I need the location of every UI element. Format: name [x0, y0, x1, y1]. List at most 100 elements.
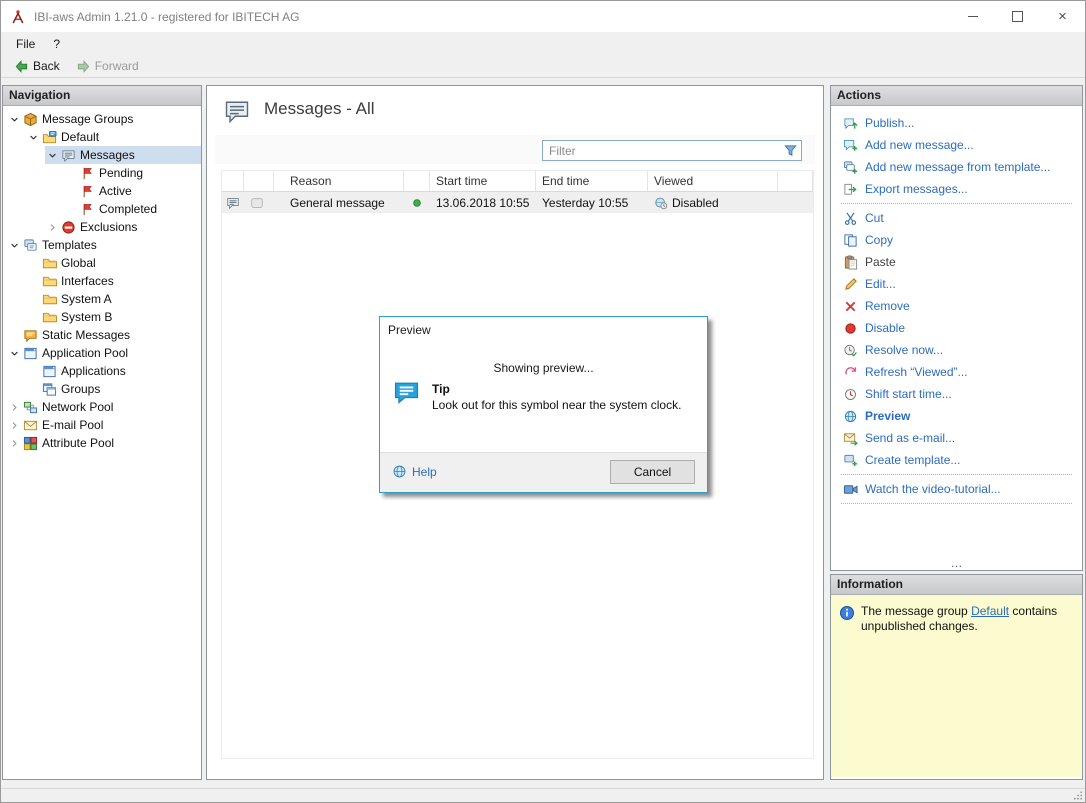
close-button[interactable]: × [1040, 1, 1085, 32]
forward-button[interactable]: Forward [70, 57, 145, 76]
chevron-down-icon[interactable] [7, 111, 22, 127]
action-publish[interactable]: Publish... [831, 112, 1082, 134]
tree-item-system-a[interactable]: System A [26, 290, 201, 308]
filter-input[interactable] [543, 141, 783, 160]
column-header-blank[interactable] [778, 171, 813, 191]
resize-grip[interactable] [1072, 790, 1084, 801]
right-column: Actions Publish... Add new message... Add … [830, 85, 1083, 780]
tree-item-label: System B [61, 310, 113, 324]
menu-file[interactable]: File [7, 34, 44, 54]
column-header-blank[interactable] [244, 171, 274, 191]
cancel-button[interactable]: Cancel [610, 460, 695, 484]
action-export-messages[interactable]: Export messages... [831, 178, 1082, 200]
action-shift-start-time[interactable]: Shift start time... [831, 383, 1082, 405]
tree-item-applications[interactable]: Applications [26, 362, 201, 380]
action-label: Resolve now... [865, 343, 944, 357]
tip-text: Look out for this symbol near the system… [432, 398, 682, 412]
tree-item-templates[interactable]: Templates [7, 236, 201, 254]
action-edit[interactable]: Edit... [831, 273, 1082, 295]
action-label: Watch the video-tutorial... [865, 482, 1001, 496]
chevron-down-icon[interactable] [26, 129, 41, 145]
back-button[interactable]: Back [8, 57, 66, 76]
action-watch-the-video-tutorial[interactable]: Watch the video-tutorial... [831, 478, 1082, 500]
chevron-right-icon[interactable] [7, 435, 22, 451]
action-resolve-now[interactable]: Resolve now... [831, 339, 1082, 361]
action-add-new-message-from-template[interactable]: Add new message from template... [831, 156, 1082, 178]
tree-item-attribute-pool[interactable]: Attribute Pool [7, 434, 201, 452]
tree-item-system-b[interactable]: System B [26, 308, 201, 326]
action-cut[interactable]: Cut [831, 207, 1082, 229]
tree-item-default[interactable]: Default [26, 128, 201, 146]
nav-tree: Message Groups Default Messages Pending Acti… [3, 106, 201, 779]
tree-item-groups[interactable]: Groups [26, 380, 201, 398]
information-text: The message group Default contains unpub… [861, 604, 1071, 634]
column-header-start-time[interactable]: Start time [430, 171, 536, 191]
table-row[interactable]: General message 13.06.2018 10:55 Yesterday… [222, 192, 813, 213]
column-header-viewed[interactable]: Viewed [648, 171, 778, 191]
tree-item-static-messages[interactable]: Static Messages [7, 326, 201, 344]
action-preview[interactable]: Preview [831, 405, 1082, 427]
tree-item-label: Network Pool [42, 400, 114, 414]
tree-item-global[interactable]: Global [26, 254, 201, 272]
tree-item-e-mail-pool[interactable]: E-mail Pool [7, 416, 201, 434]
tree-item-label: Pending [99, 166, 144, 180]
action-disable[interactable]: Disable [831, 317, 1082, 339]
tree-item-label: Default [61, 130, 100, 144]
folder-icon [41, 291, 58, 307]
chevron-down-icon[interactable] [7, 345, 22, 361]
back-arrow-icon [14, 59, 29, 74]
filter-funnel-icon[interactable] [783, 143, 798, 158]
minimize-button[interactable] [950, 1, 995, 32]
tree-item-active[interactable]: Active [64, 182, 201, 200]
action-label: Edit... [865, 277, 896, 291]
chevron-down-icon[interactable] [7, 237, 22, 253]
action-create-template[interactable]: Create template... [831, 449, 1082, 471]
message-groups-cube-icon [22, 111, 39, 127]
action-label: Cut [865, 211, 884, 225]
info-icon [839, 605, 855, 621]
column-header-reason[interactable]: Reason [274, 171, 404, 191]
chevron-right-icon[interactable] [7, 417, 22, 433]
tree-item-exclusions[interactable]: Exclusions [45, 218, 201, 236]
tree-item-pending[interactable]: Pending [64, 164, 201, 182]
actions-divider [841, 474, 1072, 475]
add-from-template-icon [843, 160, 858, 175]
action-remove[interactable]: Remove [831, 295, 1082, 317]
action-refresh-viewed[interactable]: Refresh “Viewed”... [831, 361, 1082, 383]
chevron-down-icon[interactable] [45, 147, 60, 163]
dialog-title: Preview [388, 323, 431, 337]
action-send-as-e-mail[interactable]: Send as e-mail... [831, 427, 1082, 449]
menu-help[interactable]: ? [44, 34, 69, 54]
tree-item-completed[interactable]: Completed [64, 200, 201, 218]
window-controls: × [950, 1, 1085, 32]
copy-icon [843, 233, 858, 248]
action-label: Add new message from template... [865, 160, 1051, 174]
send-email-icon [843, 431, 858, 446]
tree-item-network-pool[interactable]: Network Pool [7, 398, 201, 416]
row-end-time-cell: Yesterday 10:55 [542, 195, 629, 210]
help-label: Help [412, 464, 437, 479]
message-bubble-icon [226, 196, 240, 210]
chevron-right-icon[interactable] [7, 399, 22, 415]
menu-bar: File ? [1, 32, 1085, 55]
tree-item-application-pool[interactable]: Application Pool [7, 344, 201, 362]
action-label: Copy [865, 233, 894, 247]
help-link[interactable]: Help [392, 464, 437, 479]
tree-item-messages[interactable]: Messages [45, 146, 201, 164]
action-add-new-message[interactable]: Add new message... [831, 134, 1082, 156]
row-type-cell [222, 196, 244, 210]
maximize-button[interactable] [995, 1, 1040, 32]
default-group-link[interactable]: Default [971, 604, 1009, 618]
cut-icon [843, 211, 858, 226]
column-header-end-time[interactable]: End time [536, 171, 648, 191]
column-header-blank[interactable] [222, 171, 244, 191]
tree-item-interfaces[interactable]: Interfaces [26, 272, 201, 290]
column-header-blank[interactable] [404, 171, 430, 191]
chevron-right-icon[interactable] [45, 219, 60, 235]
video-icon [843, 482, 858, 497]
action-copy[interactable]: Copy [831, 229, 1082, 251]
tree-item-message-groups[interactable]: Message Groups [7, 110, 201, 128]
row-viewed-cell: Disabled [648, 196, 778, 210]
action-paste[interactable]: Paste [831, 251, 1082, 273]
